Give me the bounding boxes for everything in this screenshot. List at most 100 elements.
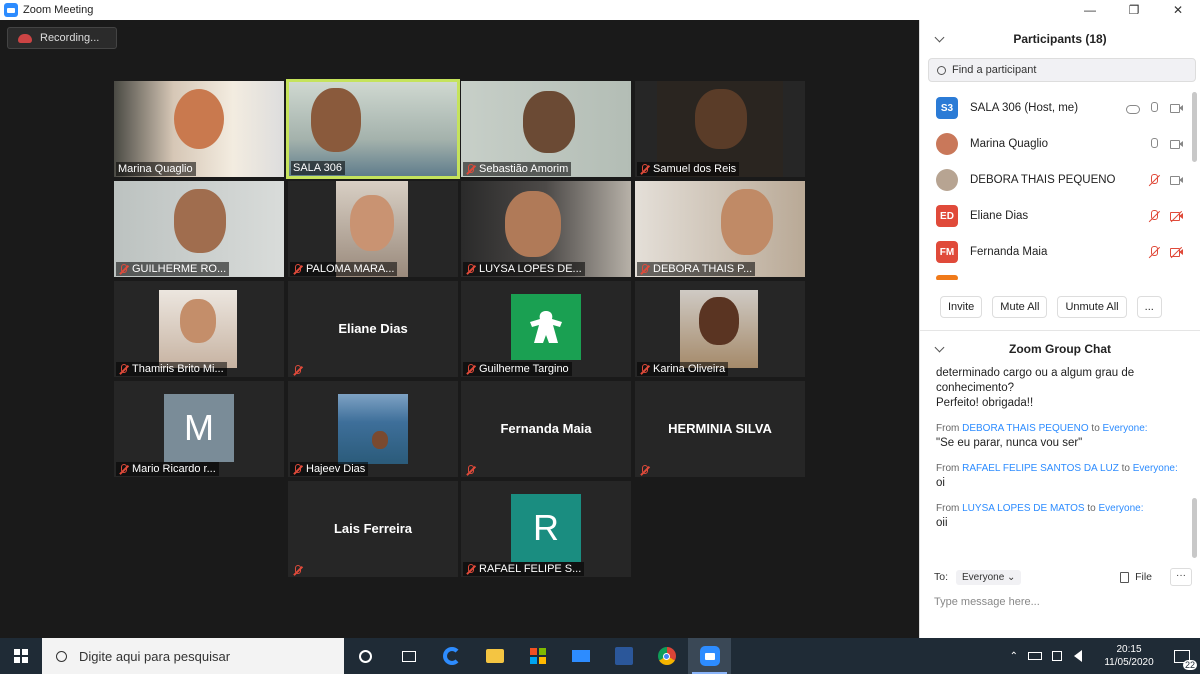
chevron-down-icon[interactable] xyxy=(934,32,945,43)
taskbar-clock[interactable]: 20:15 11/05/2020 xyxy=(1094,643,1164,669)
cortana-button[interactable] xyxy=(344,638,387,674)
chat-scrollbar[interactable] xyxy=(1192,498,1197,558)
more-options-button[interactable]: ... xyxy=(1136,296,1162,318)
video-tile[interactable]: Eliane Dias xyxy=(288,281,458,377)
sender-name[interactable]: DEBORA THAIS PEQUENO xyxy=(962,423,1089,434)
file-explorer-button[interactable] xyxy=(473,638,516,674)
unmute-all-button[interactable]: Unmute All xyxy=(1057,296,1127,318)
video-off-icon[interactable] xyxy=(1170,246,1183,259)
participant-face xyxy=(721,189,773,255)
video-tile[interactable]: Karina Oliveira xyxy=(635,281,805,377)
tile-name: PALOMA MARA... xyxy=(306,263,395,275)
file-button[interactable]: File xyxy=(1120,571,1152,583)
search-icon xyxy=(937,65,946,75)
participants-header: Participants (18) xyxy=(920,20,1200,58)
tile-name: Samuel dos Reis xyxy=(653,163,737,175)
recording-indicator[interactable]: Recording... xyxy=(7,27,117,49)
video-tile[interactable]: Guilherme Targino xyxy=(461,281,631,377)
participant-face xyxy=(350,195,394,251)
participants-scrollbar[interactable] xyxy=(1192,92,1197,162)
muted-mic-icon xyxy=(118,364,128,374)
chat-messages: determinado cargo ou a algum grau de con… xyxy=(936,366,1184,531)
cloud-record-icon xyxy=(1126,102,1140,114)
invite-button[interactable]: Invite xyxy=(940,296,983,318)
chat-title: Zoom Group Chat xyxy=(1009,342,1111,356)
chrome-button[interactable] xyxy=(645,638,688,674)
muted-mic-icon xyxy=(465,164,475,174)
to-label: To: xyxy=(934,571,949,583)
muted-mic-icon xyxy=(118,464,128,474)
video-tile-active-speaker[interactable]: SALA 306 xyxy=(286,79,460,179)
action-center-button[interactable]: 22 xyxy=(1164,638,1200,674)
participant-face xyxy=(372,431,388,449)
participant-face xyxy=(505,191,561,257)
participant-search-input[interactable]: Find a participant xyxy=(928,58,1196,82)
window-title: Zoom Meeting xyxy=(23,4,94,16)
mic-muted-icon[interactable] xyxy=(1148,174,1161,187)
video-tile[interactable]: Marina Quaglio xyxy=(114,81,284,177)
participant-row[interactable]: ED Eliane Dias xyxy=(920,198,1190,234)
video-camera-icon[interactable] xyxy=(1170,174,1183,186)
video-tile[interactable]: Samuel dos Reis xyxy=(635,81,805,177)
word-button[interactable] xyxy=(602,638,645,674)
video-tile[interactable]: Sebastião Amorim xyxy=(461,81,631,177)
participant-row[interactable]: DEBORA THAIS PEQUENO xyxy=(920,162,1190,198)
close-button[interactable]: ✕ xyxy=(1156,0,1200,20)
muted-mic-icon xyxy=(292,464,302,474)
minimize-button[interactable]: — xyxy=(1068,0,1112,20)
video-tile[interactable]: DEBORA THAIS P... xyxy=(635,181,805,277)
video-tile[interactable]: Hajeev Dias xyxy=(288,381,458,477)
volume-icon[interactable] xyxy=(1072,650,1082,662)
store-button[interactable] xyxy=(516,638,559,674)
chat-message-header: From RAFAEL FELIPE SANTOS DA LUZ to Ever… xyxy=(936,463,1178,474)
video-tile[interactable]: Lais Ferreira xyxy=(288,481,458,577)
participant-avatar: FM xyxy=(936,241,958,263)
start-button[interactable] xyxy=(0,638,42,674)
battery-icon[interactable] xyxy=(1028,652,1042,660)
mic-icon[interactable] xyxy=(1148,102,1160,114)
video-tile[interactable]: PALOMA MARA... xyxy=(288,181,458,277)
zoom-taskbar-button[interactable] xyxy=(688,638,731,674)
task-view-button[interactable] xyxy=(387,638,430,674)
chat-message-input[interactable]: Type message here... xyxy=(934,596,1040,608)
network-icon[interactable] xyxy=(1052,651,1062,661)
sender-name[interactable]: LUYSA LOPES DE MATOS xyxy=(962,503,1084,514)
edge-button[interactable] xyxy=(430,638,473,674)
mic-muted-icon[interactable] xyxy=(1148,210,1161,223)
mute-all-button[interactable]: Mute All xyxy=(992,296,1048,318)
recording-label: Recording... xyxy=(40,32,100,44)
chat-header: Zoom Group Chat xyxy=(920,336,1200,362)
video-camera-icon[interactable] xyxy=(1170,102,1183,114)
participant-row[interactable]: Marina Quaglio xyxy=(920,126,1190,162)
cortana-icon xyxy=(359,649,372,663)
file-icon xyxy=(1120,571,1130,583)
maximize-button[interactable]: ❐ xyxy=(1112,0,1156,20)
muted-mic-icon xyxy=(639,264,649,274)
mic-icon[interactable] xyxy=(1148,138,1160,150)
chat-more-button[interactable]: ··· xyxy=(1170,568,1192,586)
video-off-icon[interactable] xyxy=(1170,210,1183,223)
video-tile[interactable]: HERMINIA SILVA xyxy=(635,381,805,477)
chevron-down-icon[interactable] xyxy=(934,342,945,353)
tile-label: Sebastião Amorim xyxy=(463,162,572,176)
taskbar-search-box[interactable]: Digite aqui para pesquisar xyxy=(42,638,344,674)
video-tile[interactable]: M Mario Ricardo r... xyxy=(114,381,284,477)
tile-name: Hajeev Dias xyxy=(306,463,366,475)
mic-muted-icon[interactable] xyxy=(1148,246,1161,259)
video-tile[interactable]: GUILHERME RO... xyxy=(114,181,284,277)
mail-button[interactable] xyxy=(559,638,602,674)
video-tile[interactable]: Fernanda Maia xyxy=(461,381,631,477)
participant-face xyxy=(523,91,575,153)
chrome-icon xyxy=(657,647,676,665)
participant-row[interactable]: S3 SALA 306 (Host, me) xyxy=(920,90,1190,126)
video-tile[interactable]: R RAFAEL FELIPE S... xyxy=(461,481,631,577)
sender-name[interactable]: RAFAEL FELIPE SANTOS DA LUZ xyxy=(962,463,1119,474)
video-tile[interactable]: Thamiris Brito Mi... xyxy=(114,281,284,377)
recipient-dropdown[interactable]: Everyone ⌄ xyxy=(956,569,1022,585)
tray-chevron-up-icon[interactable]: ⌃ xyxy=(1010,651,1018,662)
tile-label xyxy=(290,364,309,376)
video-tile[interactable]: LUYSA LOPES DE... xyxy=(461,181,631,277)
participant-row[interactable]: FM Fernanda Maia xyxy=(920,234,1190,270)
video-camera-icon[interactable] xyxy=(1170,138,1183,150)
participant-row[interactable] xyxy=(920,270,1190,280)
